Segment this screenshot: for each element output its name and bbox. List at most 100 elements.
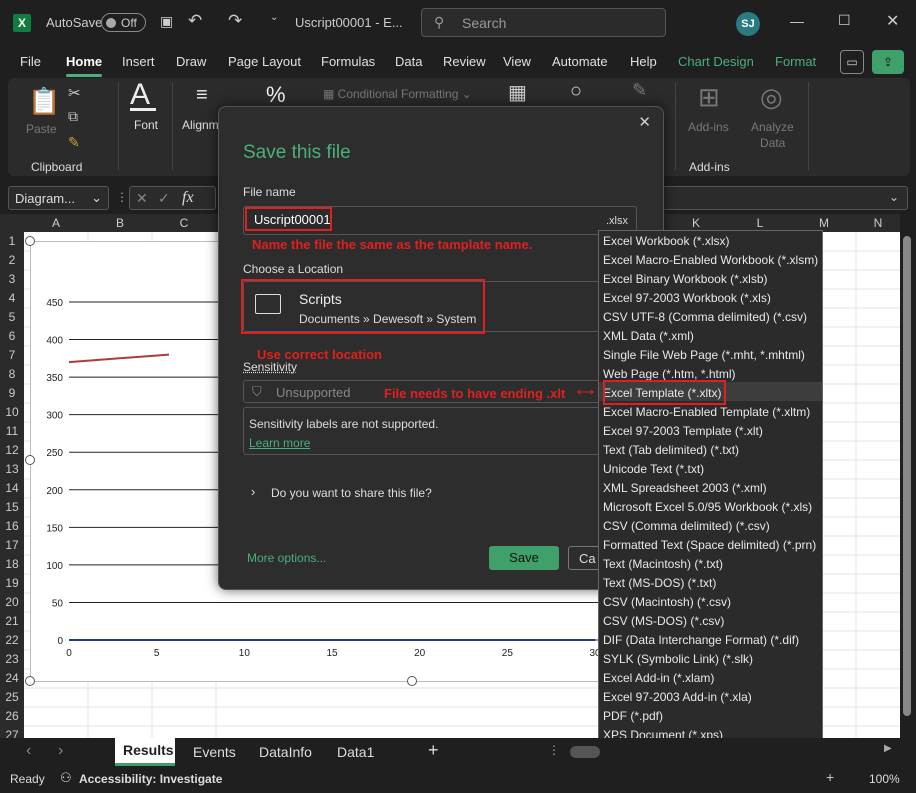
- row-header-24[interactable]: 24: [0, 669, 24, 688]
- file-type-option[interactable]: CSV (Comma delimited) (*.csv): [603, 517, 770, 536]
- redo-icon[interactable]: ↷: [228, 11, 242, 31]
- file-type-option[interactable]: Excel Workbook (*.xlsx): [603, 232, 729, 251]
- file-type-option[interactable]: XML Spreadsheet 2003 (*.xml): [603, 479, 767, 498]
- horizontal-scrollbar[interactable]: [570, 746, 600, 758]
- file-type-option[interactable]: Text (MS-DOS) (*.txt): [603, 574, 716, 593]
- vertical-scrollbar[interactable]: [900, 214, 916, 738]
- enter-formula-icon[interactable]: ✓: [158, 190, 170, 207]
- paste-icon[interactable]: 📋: [28, 86, 60, 117]
- file-type-option[interactable]: Excel 97-2003 Template (*.xlt): [603, 422, 763, 441]
- format-painter-icon[interactable]: ✎: [68, 134, 80, 151]
- formula-input[interactable]: ⌄: [659, 186, 908, 210]
- menu-help[interactable]: Help: [630, 54, 657, 69]
- editor-icon[interactable]: ✎: [632, 80, 647, 101]
- row-header-7[interactable]: 7: [0, 346, 24, 365]
- row-header-1[interactable]: 1: [0, 232, 24, 251]
- next-sheet-icon[interactable]: ›: [58, 742, 63, 760]
- minimize-icon[interactable]: —: [790, 13, 804, 29]
- conditional-formatting-button[interactable]: ▦ Conditional Formatting ⌄: [323, 87, 472, 101]
- row-header-19[interactable]: 19: [0, 574, 24, 593]
- column-header-n[interactable]: N: [856, 214, 900, 232]
- file-type-option[interactable]: Excel Macro-Enabled Template (*.xltm): [603, 403, 810, 422]
- dialog-close-icon[interactable]: ✕: [638, 113, 651, 131]
- cut-icon[interactable]: ✂: [68, 84, 81, 102]
- share-question[interactable]: Do you want to share this file?: [271, 486, 432, 500]
- save-button[interactable]: Save: [489, 546, 559, 570]
- row-header-25[interactable]: 25: [0, 688, 24, 707]
- menu-format[interactable]: Format: [775, 54, 816, 69]
- zoom-in-icon[interactable]: +: [826, 769, 834, 785]
- file-type-option[interactable]: CSV (MS-DOS) (*.csv): [603, 612, 724, 631]
- cancel-formula-icon[interactable]: ✕: [136, 190, 148, 207]
- column-header-c[interactable]: C: [152, 214, 216, 232]
- row-header-20[interactable]: 20: [0, 593, 24, 612]
- row-header-10[interactable]: 10: [0, 403, 24, 422]
- tab-options-icon[interactable]: ⋮: [548, 743, 560, 757]
- more-options-link[interactable]: More options...: [247, 551, 326, 565]
- file-type-option[interactable]: Excel 97-2003 Add-in (*.xla): [603, 688, 752, 707]
- copy-icon[interactable]: ⧉: [68, 108, 78, 125]
- row-header-16[interactable]: 16: [0, 517, 24, 536]
- menu-page-layout[interactable]: Page Layout: [228, 54, 301, 69]
- row-header-21[interactable]: 21: [0, 612, 24, 631]
- menu-file[interactable]: File: [20, 54, 41, 69]
- close-icon[interactable]: ✕: [886, 11, 899, 31]
- file-name-value[interactable]: Uscript00001: [245, 207, 332, 231]
- file-type-option[interactable]: CSV (Macintosh) (*.csv): [603, 593, 731, 612]
- menu-chart-design[interactable]: Chart Design: [678, 54, 754, 69]
- paste-label[interactable]: Paste: [26, 122, 57, 136]
- menu-home[interactable]: Home: [66, 54, 102, 69]
- prev-sheet-icon[interactable]: ‹: [26, 742, 31, 760]
- undo-icon[interactable]: ↶: [188, 11, 202, 31]
- alignment-icon[interactable]: ≡: [196, 84, 208, 107]
- row-header-12[interactable]: 12: [0, 441, 24, 460]
- row-header-9[interactable]: 9: [0, 384, 24, 403]
- location-button[interactable]: Scripts Documents » Dewesoft » System: [241, 279, 485, 334]
- file-type-option[interactable]: CSV UTF-8 (Comma delimited) (*.csv): [603, 308, 807, 327]
- row-header-27[interactable]: 27: [0, 726, 24, 738]
- row-header-6[interactable]: 6: [0, 327, 24, 346]
- zoom-level[interactable]: 100%: [869, 772, 900, 786]
- column-header-a[interactable]: A: [24, 214, 88, 232]
- row-header-18[interactable]: 18: [0, 555, 24, 574]
- number-format-icon[interactable]: %: [266, 82, 286, 108]
- share-icon[interactable]: ⇪: [872, 50, 904, 74]
- file-type-option[interactable]: Excel 97-2003 Workbook (*.xls): [603, 289, 771, 308]
- sheet-tab-datainfo[interactable]: DataInfo: [259, 744, 312, 760]
- avatar[interactable]: SJ: [736, 12, 760, 36]
- find-icon[interactable]: ○: [570, 80, 582, 103]
- add-sheet-icon[interactable]: +: [428, 740, 439, 761]
- table-icon[interactable]: ▦: [508, 80, 527, 105]
- row-header-11[interactable]: 11: [0, 422, 24, 441]
- sheet-tab-data1[interactable]: Data1: [337, 744, 374, 760]
- row-header-17[interactable]: 17: [0, 536, 24, 555]
- row-header-8[interactable]: 8: [0, 365, 24, 384]
- accessibility-icon[interactable]: ⚇: [60, 770, 72, 786]
- save-icon[interactable]: ▣: [160, 13, 173, 30]
- file-type-option[interactable]: Excel Binary Workbook (*.xlsb): [603, 270, 768, 289]
- file-type-dropdown[interactable]: Excel Workbook (*.xlsx) Excel Macro-Enabl…: [598, 230, 823, 783]
- font-icon[interactable]: A: [130, 78, 150, 112]
- row-header-5[interactable]: 5: [0, 308, 24, 327]
- row-header-14[interactable]: 14: [0, 479, 24, 498]
- row-header-15[interactable]: 15: [0, 498, 24, 517]
- alignment-label[interactable]: Alignm: [182, 118, 219, 132]
- row-header-13[interactable]: 13: [0, 460, 24, 479]
- comments-icon[interactable]: ▭: [840, 50, 864, 74]
- autosave-toggle[interactable]: Off: [101, 13, 146, 32]
- menu-data[interactable]: Data: [395, 54, 422, 69]
- fx-icon[interactable]: fx: [182, 189, 194, 207]
- chart-resize-handle-b[interactable]: [407, 676, 417, 686]
- file-type-option[interactable]: Text (Macintosh) (*.txt): [603, 555, 723, 574]
- chart-resize-handle-bl[interactable]: [25, 676, 35, 686]
- file-type-option[interactable]: Single File Web Page (*.mht, *.mhtml): [603, 346, 805, 365]
- learn-more-link[interactable]: Learn more: [249, 436, 310, 450]
- file-type-option[interactable]: Unicode Text (*.txt): [603, 460, 704, 479]
- analyze-data-icon[interactable]: ◎: [760, 82, 783, 113]
- menu-formulas[interactable]: Formulas: [321, 54, 375, 69]
- addins-icon[interactable]: ⊞: [698, 82, 720, 113]
- row-header-4[interactable]: 4: [0, 289, 24, 308]
- analyze-label-2[interactable]: Data: [760, 136, 785, 150]
- menu-draw[interactable]: Draw: [176, 54, 206, 69]
- file-type-option[interactable]: PDF (*.pdf): [603, 707, 663, 726]
